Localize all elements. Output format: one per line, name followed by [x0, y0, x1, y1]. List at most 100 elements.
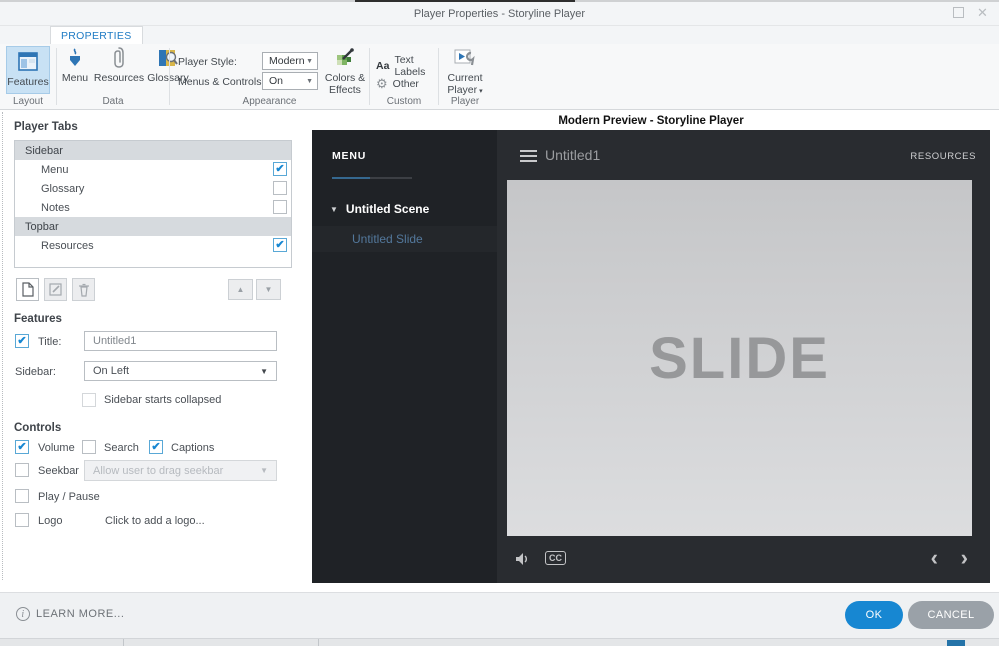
list-group-sidebar[interactable]: Sidebar [15, 141, 291, 160]
preview-menu-title: MENU [332, 150, 367, 162]
preview-sidebar: MENU ▼ Untitled Scene Untitled Slide [312, 130, 497, 583]
colors-effects-button[interactable]: Colors & Effects [322, 46, 368, 96]
chevron-down-icon: ▼ [306, 77, 313, 85]
captions-checkbox[interactable]: ✔ [149, 440, 163, 454]
preview-slide-area: SLIDE [507, 180, 972, 536]
arrow-down-icon: ▼ [264, 285, 273, 294]
glossary-checkbox[interactable] [273, 181, 287, 195]
next-slide-icon[interactable]: › [961, 545, 968, 571]
ribbon-group-player: Current Player ▾ Player [439, 44, 491, 109]
title-input[interactable] [84, 331, 277, 351]
chevron-down-icon: ▼ [260, 366, 268, 376]
current-player-button[interactable]: Current Player ▾ [443, 46, 487, 96]
player-style-value: Modern [269, 55, 305, 67]
features-label: Features [7, 76, 49, 88]
background-app-accent [947, 640, 965, 646]
preview-topbar: Untitled1 RESOURCES [497, 130, 990, 180]
check-icon: ✔ [17, 334, 27, 347]
resources-button[interactable]: Resources [93, 46, 145, 84]
panel-edge-decoration [2, 112, 3, 580]
list-item-menu[interactable]: Menu ✔ [15, 160, 291, 179]
add-tab-button[interactable] [16, 278, 39, 301]
ribbon-group-custom: Aa Text Labels ⚙ Other Custom [370, 44, 438, 109]
current-player-icon [453, 46, 477, 70]
list-item-notes[interactable]: Notes [15, 198, 291, 217]
edit-tab-button[interactable] [44, 278, 67, 301]
sidebar-label: Sidebar: [15, 366, 56, 378]
controls-heading: Controls [14, 422, 62, 434]
ribbon: Features Layout Menu Resources Glossary … [0, 44, 999, 110]
edit-pencil-icon [49, 283, 62, 296]
features-button[interactable]: Features [6, 46, 50, 94]
play-pause-checkbox[interactable] [15, 489, 29, 503]
player-style-dropdown[interactable]: Modern ▼ [262, 52, 318, 70]
text-labels-label: Text Labels [394, 54, 426, 78]
hamburger-icon[interactable] [520, 150, 537, 165]
ok-button[interactable]: OK [845, 601, 903, 629]
title-checkbox[interactable]: ✔ [15, 334, 29, 348]
maximize-icon[interactable] [953, 7, 964, 18]
player-style-label: Player Style: [178, 56, 237, 68]
list-item-glossary[interactable]: Glossary [15, 179, 291, 198]
list-group-topbar[interactable]: Topbar [15, 217, 291, 236]
volume-label: Volume [38, 442, 75, 454]
resources-label: Resources [93, 72, 145, 84]
menus-controls-dropdown[interactable]: On ▼ [262, 72, 318, 90]
move-down-button[interactable]: ▼ [256, 279, 281, 300]
arrow-up-icon: ▲ [236, 285, 245, 294]
player-tabs-toolbar: ▲ ▼ [14, 278, 292, 302]
player-tabs-list: Sidebar Menu ✔ Glossary Notes Topbar Res… [14, 140, 292, 268]
logo-hint[interactable]: Click to add a logo... [105, 515, 205, 527]
search-checkbox[interactable] [82, 440, 96, 454]
seekbar-checkbox[interactable] [15, 463, 29, 477]
seekbar-label: Seekbar [38, 465, 79, 477]
resources-checkbox[interactable]: ✔ [273, 238, 287, 252]
player-tabs-heading: Player Tabs [14, 121, 78, 133]
sidebar-position-dropdown[interactable]: On Left ▼ [84, 361, 277, 381]
captions-icon[interactable]: CC [545, 551, 566, 565]
player-preview: MENU ▼ Untitled Scene Untitled Slide Unt… [312, 130, 990, 583]
notes-checkbox[interactable] [273, 200, 287, 214]
preview-main: Untitled1 RESOURCES SLIDE CC ‹ › [497, 130, 990, 583]
volume-icon[interactable] [515, 552, 531, 571]
ribbon-group-layout: Features Layout [0, 44, 56, 109]
other-button[interactable]: ⚙ Other [376, 76, 419, 92]
gear-icon: ⚙ [376, 76, 388, 91]
captions-label: Captions [171, 442, 215, 454]
text-labels-icon: Aa [376, 60, 390, 72]
menu-checkbox[interactable]: ✔ [273, 162, 287, 176]
learn-more-link[interactable]: i LEARN MORE... [16, 607, 124, 621]
menu-label: Menu [61, 72, 89, 84]
trash-icon [78, 283, 89, 297]
text-labels-button[interactable]: Aa Text Labels [376, 54, 438, 78]
logo-label: Logo [38, 515, 63, 527]
close-icon[interactable]: ✕ [977, 6, 988, 19]
preview-divider-accent [332, 177, 370, 179]
seekbar-mode-dropdown: Allow user to drag seekbar ▼ [84, 460, 277, 481]
new-page-icon [22, 282, 34, 297]
group-label-data: Data [102, 96, 124, 107]
dialog-footer: i LEARN MORE... OK CANCEL [0, 592, 999, 638]
delete-tab-button[interactable] [72, 278, 95, 301]
group-label-custom: Custom [386, 96, 422, 107]
preview-course-title: Untitled1 [545, 147, 601, 163]
previous-slide-icon[interactable]: ‹ [931, 545, 938, 571]
preview-slide-item[interactable]: Untitled Slide [312, 226, 497, 252]
group-label-player: Player [450, 96, 480, 107]
cancel-button[interactable]: CANCEL [908, 601, 994, 629]
sidebar-collapsed-checkbox[interactable] [82, 393, 96, 407]
group-label-appearance: Appearance [242, 96, 297, 107]
volume-checkbox[interactable]: ✔ [15, 440, 29, 454]
preview-scene-item[interactable]: ▼ Untitled Scene [330, 202, 429, 216]
chevron-down-icon: ▼ [260, 466, 268, 475]
list-item-resources[interactable]: Resources ✔ [15, 236, 291, 255]
tab-properties[interactable]: PROPERTIES [50, 26, 143, 44]
preview-bottombar: CC ‹ › [497, 536, 990, 583]
check-icon: ✔ [151, 440, 161, 453]
check-icon: ✔ [275, 238, 285, 251]
search-label: Search [104, 442, 139, 454]
logo-checkbox[interactable] [15, 513, 29, 527]
preview-resources-tab[interactable]: RESOURCES [910, 151, 976, 162]
move-up-button[interactable]: ▲ [228, 279, 253, 300]
menu-button[interactable]: Menu [59, 46, 91, 84]
